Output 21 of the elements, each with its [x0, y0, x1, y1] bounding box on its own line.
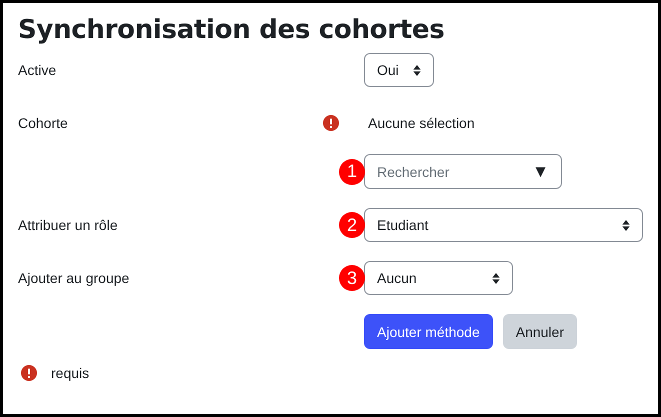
sort-caret-icon: [413, 64, 421, 76]
selection-text: Aucune sélection: [367, 115, 475, 131]
callout-number: 3: [339, 265, 365, 291]
field-label: Attribuer un rôle: [18, 217, 118, 233]
select-field[interactable]: Oui: [364, 53, 434, 87]
sort-caret-icon: [492, 272, 500, 284]
callout-number: 1: [339, 158, 365, 184]
select-field[interactable]: Aucun: [364, 261, 513, 295]
form-button[interactable]: Annuler: [502, 314, 577, 349]
callout-number: 2: [339, 212, 365, 238]
field-label: Active: [18, 62, 56, 78]
select-field[interactable]: Etudiant: [364, 208, 643, 242]
required-icon: [21, 365, 37, 381]
form-button[interactable]: Ajouter méthode: [364, 314, 493, 349]
page-title: Synchronisation des cohortes: [18, 15, 446, 45]
field-label: Ajouter au groupe: [18, 270, 130, 286]
sort-caret-icon: [622, 220, 630, 230]
search-field[interactable]: Rechercher ▼: [364, 154, 562, 189]
dropdown-arrow[interactable]: ▼: [532, 162, 549, 182]
field-label: Cohorte: [18, 115, 68, 131]
required-note: requis: [51, 365, 90, 381]
